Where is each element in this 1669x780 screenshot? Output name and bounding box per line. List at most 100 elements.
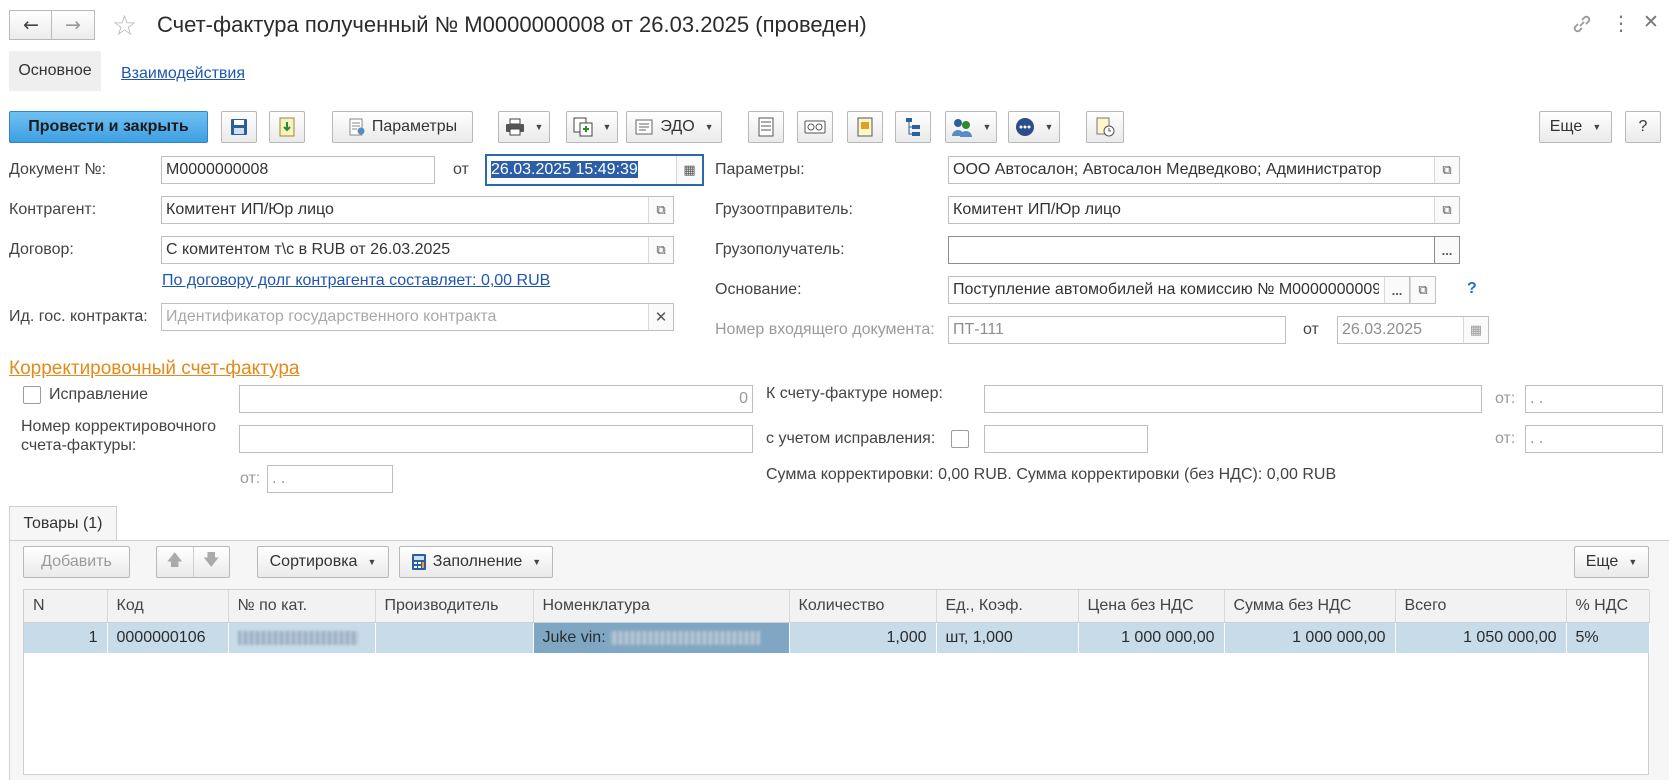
column-header-code[interactable]: Код bbox=[107, 590, 229, 623]
incoming-date-from-label: от bbox=[1303, 321, 1319, 338]
fix-number-field[interactable]: 0 bbox=[239, 385, 753, 413]
close-icon[interactable]: ✕ bbox=[1643, 11, 1659, 33]
corr-number-field[interactable] bbox=[239, 425, 753, 453]
column-header-nomenclature[interactable]: Номенклатура bbox=[533, 590, 790, 623]
doc-date-from-label: от bbox=[453, 161, 469, 178]
cell-unit[interactable]: шт, 1,000 bbox=[936, 622, 1079, 653]
print-button[interactable]: ▼ bbox=[498, 111, 550, 143]
with-fix-checkbox[interactable] bbox=[951, 430, 969, 448]
help-button[interactable]: ? bbox=[1625, 111, 1661, 143]
parameters-icon bbox=[349, 118, 365, 136]
cell-n[interactable]: 1 bbox=[24, 622, 108, 653]
help-question-icon[interactable]: ? bbox=[1467, 280, 1477, 298]
open-icon[interactable]: ⧉ bbox=[1410, 277, 1435, 303]
journal-icon bbox=[758, 117, 774, 137]
open-icon[interactable]: ⧉ bbox=[1434, 157, 1459, 183]
column-header-catalog[interactable]: № по кат. bbox=[228, 590, 376, 623]
clear-icon[interactable]: ✕ bbox=[648, 304, 673, 330]
correction-sum-text: Сумма корректировки: 0,00 RUB. Сумма кор… bbox=[766, 466, 1337, 483]
counterparty-label: Контрагент: bbox=[9, 201, 97, 218]
chevron-down-icon: ▼ bbox=[602, 122, 612, 132]
doc-date-field[interactable]: 26.03.2025 15:49:39 ▦ bbox=[485, 154, 704, 186]
invoice-number-label: К счету-фактуре номер: bbox=[766, 385, 943, 402]
parameters-field[interactable]: ООО Автосалон; Автосалон Медведково; Адм… bbox=[948, 156, 1460, 184]
tab-goods[interactable]: Товары (1) bbox=[9, 506, 117, 541]
with-fix-number-field[interactable] bbox=[984, 425, 1148, 453]
calendar-icon[interactable]: ▦ bbox=[676, 156, 702, 184]
journal-button[interactable] bbox=[748, 111, 784, 143]
report-button[interactable] bbox=[847, 111, 883, 143]
sort-button[interactable]: Сортировка ▼ bbox=[257, 546, 389, 578]
open-icon[interactable]: ⧉ bbox=[1434, 197, 1459, 223]
invoice-number-field[interactable] bbox=[984, 385, 1482, 413]
cell-code[interactable]: 0000000106 bbox=[107, 622, 229, 653]
cash-button[interactable] bbox=[797, 111, 833, 143]
column-header-sum[interactable]: Сумма без НДС bbox=[1224, 590, 1396, 623]
counterparty-field[interactable]: Комитент ИП/Юр лицо ⧉ bbox=[161, 196, 674, 224]
column-header-n[interactable]: N bbox=[24, 590, 108, 623]
column-header-manufacturer[interactable]: Производитель bbox=[375, 590, 534, 623]
edo-button[interactable]: ЭДО ▼ bbox=[626, 111, 722, 143]
column-header-vat[interactable]: % НДС bbox=[1566, 590, 1650, 623]
correction-section-title[interactable]: Корректировочный счет-фактура bbox=[9, 358, 300, 380]
consignee-field[interactable]: ... bbox=[948, 236, 1460, 264]
select-ellipsis-icon[interactable]: ... bbox=[1434, 237, 1459, 263]
forward-button[interactable]: → bbox=[51, 10, 95, 40]
contract-field[interactable]: С комитентом т\с в RUB от 26.03.2025 ⧉ bbox=[161, 236, 674, 264]
column-header-quantity[interactable]: Количество bbox=[789, 590, 937, 623]
more-button[interactable]: Еще ▼ bbox=[1539, 111, 1612, 143]
move-down-icon[interactable]: 🡇 bbox=[193, 549, 229, 576]
with-fix-date-field[interactable]: . . bbox=[1525, 425, 1663, 453]
save-button[interactable] bbox=[221, 111, 257, 143]
corr-date-from-label: от: bbox=[240, 470, 261, 487]
parameters-button[interactable]: Параметры bbox=[332, 111, 473, 143]
incoming-date-field[interactable]: 26.03.2025 ▦ bbox=[1337, 316, 1489, 344]
column-header-price[interactable]: Цена без НДС bbox=[1078, 590, 1225, 623]
invoice-date-field[interactable]: . . bbox=[1525, 385, 1663, 413]
post-document-icon bbox=[279, 117, 295, 137]
fix-checkbox[interactable] bbox=[23, 386, 41, 404]
favorite-star-icon[interactable]: ☆ bbox=[112, 9, 137, 42]
table-row[interactable]: 1 0000000106 Juke vin: 1,000 шт, 1,000 1… bbox=[24, 622, 1650, 653]
structure-button[interactable] bbox=[895, 111, 931, 143]
post-and-close-button[interactable]: Провести и закрыть bbox=[9, 111, 208, 143]
post-button[interactable] bbox=[269, 111, 305, 143]
open-icon[interactable]: ⧉ bbox=[648, 237, 673, 263]
cell-quantity[interactable]: 1,000 bbox=[789, 622, 937, 653]
doc-number-field[interactable]: М0000000008 bbox=[161, 156, 435, 184]
more-menu-icon[interactable]: ⋮ bbox=[1611, 11, 1631, 35]
goods-more-button[interactable]: Еще ▼ bbox=[1574, 546, 1649, 578]
cash-icon bbox=[804, 120, 826, 134]
column-header-unit[interactable]: Ед., Коэф. bbox=[936, 590, 1079, 623]
select-ellipsis-icon[interactable]: ... bbox=[1384, 277, 1410, 303]
tab-interactions[interactable]: Взаимодействия bbox=[121, 65, 245, 83]
cell-price[interactable]: 1 000 000,00 bbox=[1078, 622, 1225, 653]
gov-contract-field[interactable]: Идентификатор государственного контракта… bbox=[161, 303, 674, 331]
link-icon[interactable] bbox=[1571, 13, 1593, 39]
cell-nomenclature[interactable]: Juke vin: bbox=[533, 622, 790, 653]
cell-catalog[interactable] bbox=[228, 622, 376, 653]
calendar-icon[interactable]: ▦ bbox=[1463, 317, 1488, 343]
open-icon[interactable]: ⧉ bbox=[648, 197, 673, 223]
corr-date-field[interactable]: . . bbox=[267, 465, 393, 493]
add-row-button[interactable]: Добавить bbox=[23, 546, 130, 578]
basis-field[interactable]: Поступление автомобилей на комиссию № М0… bbox=[948, 276, 1436, 304]
create-based-on-button[interactable]: ▼ bbox=[566, 111, 618, 143]
tab-main[interactable]: Основное bbox=[9, 51, 101, 91]
column-header-total[interactable]: Всего bbox=[1395, 590, 1567, 623]
fill-button[interactable]: Заполнение ▼ bbox=[399, 546, 553, 578]
more-actions-button[interactable]: ▼ bbox=[1008, 111, 1060, 143]
cell-manufacturer[interactable] bbox=[375, 622, 534, 653]
cell-total[interactable]: 1 050 000,00 bbox=[1395, 622, 1567, 653]
cell-sum[interactable]: 1 000 000,00 bbox=[1224, 622, 1396, 653]
incoming-number-field[interactable]: ПТ-111 bbox=[948, 316, 1286, 344]
cell-vat[interactable]: 5% bbox=[1566, 622, 1650, 653]
debt-link[interactable]: По договору долг контрагента составляет:… bbox=[162, 272, 550, 290]
attached-files-button[interactable] bbox=[1086, 111, 1124, 143]
users-button[interactable]: ▼ bbox=[945, 111, 997, 143]
consignee-label: Грузополучатель: bbox=[715, 241, 845, 258]
back-button[interactable]: ← bbox=[9, 10, 53, 40]
move-up-icon[interactable]: 🡅 bbox=[157, 549, 193, 576]
gov-contract-label: Ид. гос. контракта: bbox=[9, 308, 148, 325]
shipper-field[interactable]: Комитент ИП/Юр лицо ⧉ bbox=[948, 196, 1460, 224]
